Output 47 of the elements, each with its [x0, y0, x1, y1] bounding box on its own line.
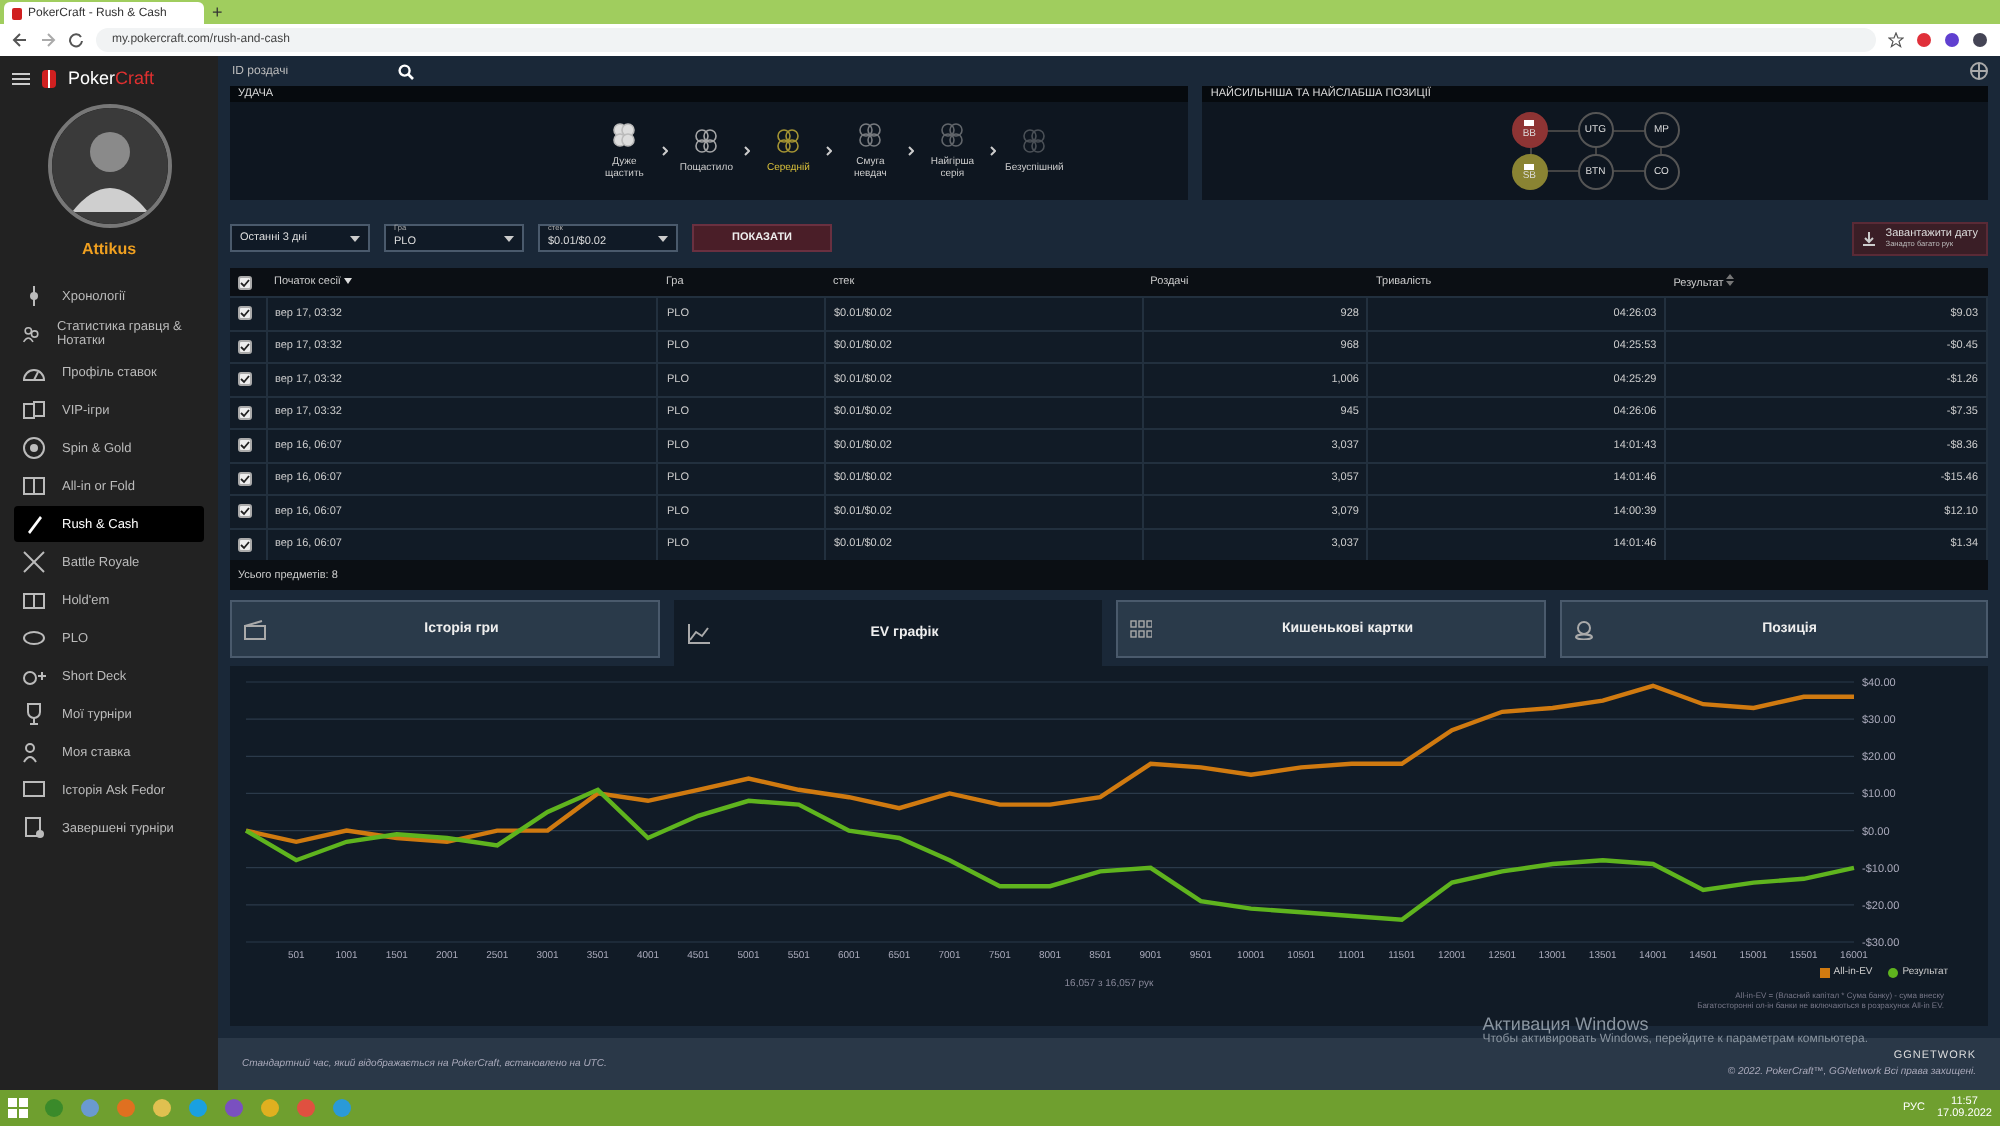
row-checkbox[interactable] — [238, 471, 252, 486]
logo-icon — [42, 69, 56, 87]
new-tab-button[interactable]: + — [212, 2, 223, 24]
profile-icon[interactable] — [1972, 32, 1988, 48]
row-checkbox[interactable] — [238, 306, 252, 321]
chevron-icon — [990, 146, 997, 156]
clover-icon — [610, 122, 639, 150]
logo-text: PokerCraft — [68, 68, 155, 88]
download-icon — [1861, 231, 1876, 245]
clover-icon — [692, 128, 721, 156]
search-icon[interactable] — [398, 63, 414, 79]
row-checkbox[interactable] — [238, 504, 252, 519]
caret-icon — [504, 235, 514, 241]
row-checkbox[interactable] — [238, 537, 252, 552]
select-all-checkbox[interactable] — [238, 275, 252, 289]
chart-icon — [687, 623, 709, 643]
globe-icon[interactable] — [1970, 62, 1988, 80]
activation-title: Активация Windows — [1482, 1014, 1649, 1034]
trophy-icon — [22, 702, 46, 726]
row-checkbox[interactable] — [238, 405, 252, 420]
row-checkbox[interactable] — [238, 372, 252, 387]
people-icon — [22, 322, 41, 346]
avatar — [47, 104, 171, 228]
caret-icon — [658, 235, 668, 241]
location-icon — [1573, 619, 1593, 639]
clover-icon — [938, 122, 967, 150]
chevron-icon — [908, 146, 915, 156]
clover-icon — [1020, 128, 1049, 156]
row-checkbox[interactable] — [238, 339, 252, 354]
chevron-icon — [826, 146, 833, 156]
clover-icon — [774, 128, 803, 156]
back-icon[interactable] — [12, 32, 28, 48]
grid-icon — [1130, 620, 1152, 638]
clover-icon — [856, 122, 885, 150]
windows-icon[interactable] — [8, 1098, 28, 1118]
caret-icon — [350, 235, 360, 241]
chevron-icon — [744, 146, 751, 156]
clapperboard-icon — [244, 619, 266, 639]
username: Attikus — [81, 240, 137, 258]
star-icon[interactable] — [1888, 32, 1904, 48]
logo-icon — [12, 7, 22, 19]
row-checkbox[interactable] — [238, 438, 252, 453]
swords-icon — [22, 550, 46, 574]
reload-icon[interactable] — [68, 32, 84, 48]
chip-icon — [22, 436, 46, 460]
menu-icon[interactable] — [12, 71, 30, 85]
chevron-icon — [662, 146, 669, 156]
